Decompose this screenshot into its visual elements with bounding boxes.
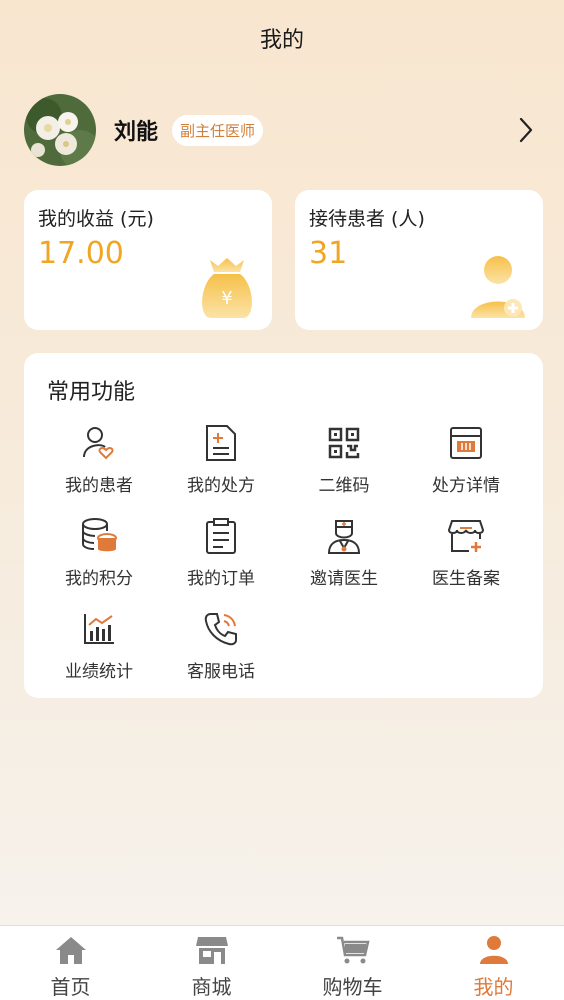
tab-label: 我的	[473, 975, 514, 999]
earnings-label: 我的收益 (元)	[38, 208, 154, 230]
prescription-detail-icon	[446, 423, 486, 463]
page-header: 我的	[0, 0, 564, 76]
func-label: 我的积分	[65, 569, 133, 589]
phone-icon	[201, 609, 241, 649]
doctor-title-badge: 副主任医师	[172, 114, 264, 146]
store-register-icon	[446, 516, 486, 556]
tab-mine[interactable]: 我的	[423, 926, 564, 1000]
patients-label: 接待患者 (人)	[309, 208, 425, 230]
func-label: 我的患者	[65, 476, 133, 496]
func-my-orders[interactable]: 我的订单	[161, 516, 281, 596]
patients-value: 31	[309, 236, 348, 271]
func-my-prescriptions[interactable]: 我的处方	[161, 423, 281, 503]
func-label: 我的处方	[187, 476, 255, 496]
func-label: 二维码	[318, 476, 370, 496]
avatar[interactable]	[24, 94, 96, 166]
user-icon	[476, 933, 512, 967]
func-label: 我的订单	[187, 569, 255, 589]
func-my-patients[interactable]: 我的患者	[39, 423, 159, 503]
money-bag-icon: ¥	[196, 254, 258, 324]
order-clipboard-icon	[201, 516, 241, 556]
common-functions-panel: 常用功能 我的患者 我的处方 二维码 处方详情 我的积分 我的订单 邀请医生 医…	[24, 353, 543, 698]
func-qr-code[interactable]: 二维码	[284, 423, 404, 503]
qr-code-icon	[324, 423, 364, 463]
func-doctor-registration[interactable]: 医生备案	[406, 516, 526, 596]
common-functions-title: 常用功能	[47, 380, 136, 405]
tab-label: 商城	[191, 975, 232, 999]
home-icon	[53, 933, 89, 967]
bottom-tab-bar: 首页 商城 购物车 我的	[0, 925, 564, 1000]
func-label: 处方详情	[432, 476, 500, 496]
func-label: 客服电话	[187, 662, 255, 682]
tab-label: 首页	[50, 975, 91, 999]
earnings-value: 17.00	[38, 236, 124, 271]
prescription-icon	[201, 423, 241, 463]
points-coins-icon	[79, 516, 119, 556]
earnings-card[interactable]: 我的收益 (元) 17.00 ¥	[24, 190, 272, 330]
doctor-icon	[324, 516, 364, 556]
svg-text:¥: ¥	[221, 288, 232, 309]
func-customer-service-phone[interactable]: 客服电话	[161, 609, 281, 689]
tab-home[interactable]: 首页	[0, 926, 141, 1000]
tab-cart[interactable]: 购物车	[282, 926, 423, 1000]
patient-heart-icon	[79, 423, 119, 463]
tab-label: 购物车	[322, 975, 383, 999]
user-add-icon	[467, 254, 529, 324]
shop-icon	[194, 933, 230, 967]
bar-chart-icon	[79, 609, 119, 649]
func-my-points[interactable]: 我的积分	[39, 516, 159, 596]
func-label: 医生备案	[432, 569, 500, 589]
func-label: 邀请医生	[310, 569, 378, 589]
patients-card[interactable]: 接待患者 (人) 31	[295, 190, 543, 330]
profile-row[interactable]: 刘能 副主任医师	[24, 94, 540, 166]
cart-icon	[335, 933, 371, 967]
func-performance-stats[interactable]: 业绩统计	[39, 609, 159, 689]
func-invite-doctor[interactable]: 邀请医生	[284, 516, 404, 596]
doctor-name: 刘能	[114, 120, 159, 145]
chevron-right-icon[interactable]	[518, 116, 534, 144]
func-label: 业绩统计	[65, 662, 133, 682]
page-title: 我的	[259, 28, 304, 53]
func-prescription-detail[interactable]: 处方详情	[406, 423, 526, 503]
tab-shop[interactable]: 商城	[141, 926, 282, 1000]
